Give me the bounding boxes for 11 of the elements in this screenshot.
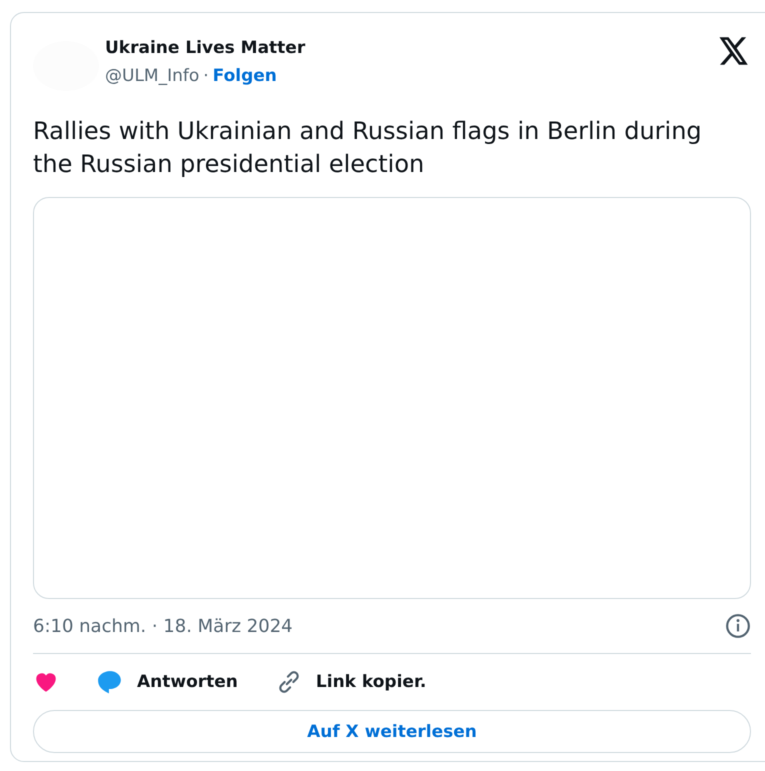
speech-bubble-icon — [97, 669, 123, 695]
read-more-button[interactable]: Auf X weiterlesen — [33, 710, 751, 753]
tweet-text: Rallies with Ukrainian and Russian flags in Berlin during the Russian presidential election — [33, 116, 703, 180]
reply-button[interactable]: Antworten — [97, 669, 238, 695]
author-handle[interactable]: @ULM_Info — [105, 66, 200, 86]
info-icon[interactable] — [725, 613, 751, 639]
timestamp[interactable]: 6:10 nachm. · 18. März 2024 — [33, 616, 293, 636]
separator-dot: · — [203, 66, 209, 86]
x-logo-icon[interactable] — [719, 37, 749, 65]
author-name[interactable]: Ukraine Lives Matter — [105, 38, 719, 58]
follow-link[interactable]: Folgen — [212, 66, 277, 86]
